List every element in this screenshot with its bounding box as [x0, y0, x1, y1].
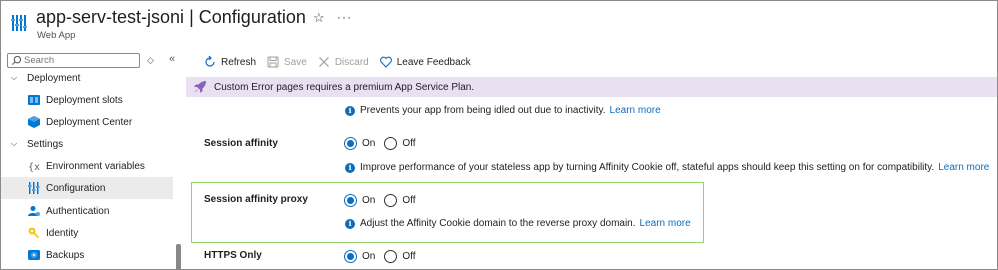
info-icon: i — [345, 162, 355, 173]
radio-label: On — [362, 251, 376, 262]
leave-feedback-label: Leave Feedback — [396, 56, 471, 68]
close-icon — [318, 56, 330, 68]
radio-label: Off — [402, 195, 416, 206]
radio-label: Off — [402, 251, 416, 262]
discard-label: Discard — [334, 56, 369, 68]
resource-type: Web App — [37, 30, 76, 41]
collapse-sidebar-icon[interactable]: « — [169, 53, 175, 65]
session-affinity-radio-group: On Off — [344, 137, 425, 150]
sidebar-group-label: Deployment — [27, 72, 81, 84]
radio-circle — [344, 250, 357, 263]
save-button[interactable]: Save — [267, 56, 307, 68]
info-text: Prevents your app from being idled out d… — [360, 105, 606, 116]
session-affinity-proxy-label: Session affinity proxy — [204, 194, 308, 205]
more-icon[interactable]: ··· — [337, 10, 352, 24]
sidebar-item-configuration[interactable]: Configuration — [1, 177, 173, 199]
sidebar-item-label: Deployment Center — [46, 116, 133, 128]
deployment-slots-icon — [28, 94, 40, 106]
search-icon — [11, 55, 22, 66]
sidebar-group-deployment[interactable]: ⌵ Deployment — [1, 67, 173, 89]
authentication-icon — [28, 205, 40, 217]
deployment-center-icon — [28, 116, 40, 128]
leave-feedback-button[interactable]: Leave Feedback — [379, 56, 471, 68]
learn-more-link[interactable]: Learn more — [640, 218, 691, 229]
star-icon[interactable]: ☆ — [313, 10, 325, 26]
refresh-icon — [204, 56, 216, 68]
sidebar-item-label: Backups — [46, 249, 85, 261]
heart-icon — [379, 56, 392, 68]
discard-button[interactable]: Discard — [318, 56, 369, 68]
environment-variables-icon: {x} — [28, 160, 40, 172]
session-affinity-info: i Improve performance of your stateless … — [345, 162, 989, 173]
https-only-radio-group: On Off — [344, 250, 425, 263]
save-label: Save — [284, 56, 307, 68]
sidebar-group-label: Settings — [27, 138, 64, 150]
refresh-label: Refresh — [221, 56, 257, 68]
session-affinity-proxy-radio-group: On Off — [344, 194, 425, 207]
sidebar-group-settings[interactable]: ⌵ Settings — [1, 133, 173, 155]
info-text: Improve performance of your stateless ap… — [360, 162, 935, 173]
search-box[interactable] — [7, 53, 140, 68]
sidebar-item-deployment-center[interactable]: Deployment Center — [1, 111, 173, 133]
always-on-info: i Prevents your app from being idled out… — [345, 105, 661, 116]
sidebar-item-label: Authentication — [46, 205, 110, 217]
radio-label: On — [362, 195, 376, 206]
radio-circle — [344, 194, 357, 207]
https-only-label: HTTPS Only — [204, 250, 262, 261]
session-affinity-label: Session affinity — [204, 138, 278, 149]
sidebar-item-label: Deployment slots — [46, 94, 123, 106]
https-only-on-radio[interactable]: On — [344, 250, 375, 263]
session-affinity-proxy-on-radio[interactable]: On — [344, 194, 375, 207]
radio-circle — [384, 250, 398, 263]
radio-circle — [384, 137, 398, 150]
session-affinity-off-radio[interactable]: Off — [384, 137, 416, 150]
search-input[interactable] — [24, 54, 136, 67]
sidebar-scrollbar[interactable] — [176, 244, 181, 269]
command-bar: Refresh Save Discard Leave Feedback — [204, 53, 482, 71]
page-header: app-serv-test-jsoni | Configuration Web … — [1, 1, 997, 47]
info-icon: i — [345, 105, 355, 116]
web-app-icon — [11, 15, 27, 31]
info-text: Adjust the Affinity Cookie domain to the… — [360, 218, 636, 229]
title-separator: | — [189, 7, 194, 27]
session-affinity-proxy-off-radio[interactable]: Off — [384, 194, 416, 207]
session-affinity-on-radio[interactable]: On — [344, 137, 375, 150]
sort-icon[interactable]: ◇ — [147, 55, 154, 66]
radio-label: On — [362, 138, 376, 149]
svg-text:{x}: {x} — [28, 162, 40, 172]
https-only-off-radio[interactable]: Off — [384, 250, 416, 263]
info-banner: Custom Error pages requires a premium Ap… — [186, 77, 997, 97]
identity-icon — [28, 227, 40, 239]
sidebar-item-label: Identity — [46, 227, 79, 239]
sidebar-item-backups[interactable]: Backups — [1, 244, 173, 266]
blade-title: Configuration — [198, 7, 306, 27]
sidebar-item-environment-variables[interactable]: {x} Environment variables — [1, 155, 173, 177]
resource-name: app-serv-test-jsoni — [36, 7, 185, 27]
page-title: app-serv-test-jsoni | Configuration — [36, 7, 306, 28]
sidebar-item-deployment-slots[interactable]: Deployment slots — [1, 89, 173, 111]
sidebar: ◇ « ⌵ Deployment Deployment slots Deploy… — [1, 49, 185, 269]
radio-circle — [384, 194, 398, 207]
radio-label: Off — [402, 138, 416, 149]
banner-text: Custom Error pages requires a premium Ap… — [214, 81, 475, 93]
learn-more-link[interactable]: Learn more — [610, 105, 661, 116]
learn-more-link[interactable]: Learn more — [938, 162, 989, 173]
sidebar-item-identity[interactable]: Identity — [1, 222, 173, 244]
backups-icon — [28, 249, 40, 261]
sidebar-item-authentication[interactable]: Authentication — [1, 200, 173, 222]
chevron-down-icon: ⌵ — [11, 139, 18, 148]
radio-circle — [344, 137, 357, 150]
session-affinity-proxy-info: i Adjust the Affinity Cookie domain to t… — [345, 218, 691, 229]
sidebar-item-label: Environment variables — [46, 160, 145, 172]
configuration-icon — [28, 182, 40, 194]
chevron-down-icon: ⌵ — [11, 73, 18, 82]
refresh-button[interactable]: Refresh — [204, 56, 256, 68]
rocket-icon — [194, 81, 206, 93]
info-icon: i — [345, 218, 355, 229]
save-icon — [267, 56, 279, 68]
app-window: app-serv-test-jsoni | Configuration Web … — [0, 0, 998, 270]
sidebar-item-label: Configuration — [46, 182, 106, 194]
highlight-box — [191, 182, 704, 243]
